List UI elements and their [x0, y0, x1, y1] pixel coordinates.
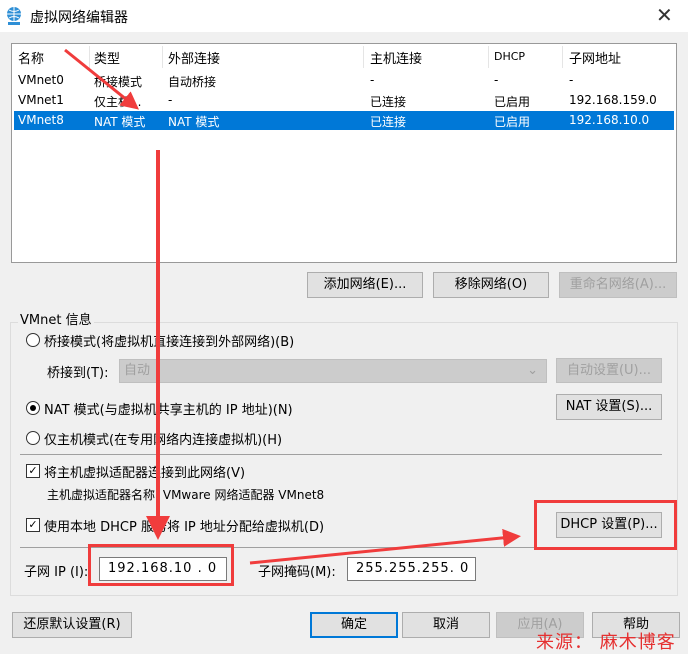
- table-cell: VMnet8: [18, 113, 64, 127]
- subnet-mask-input[interactable]: 255.255.255. 0: [347, 557, 476, 581]
- table-row[interactable]: VMnet0 桥接模式 自动桥接 - - -: [14, 71, 674, 90]
- connect-adapter-checkbox[interactable]: ✓: [26, 464, 40, 478]
- table-cell: 已启用: [494, 95, 531, 109]
- table-cell: NAT 模式: [94, 115, 146, 129]
- table-row[interactable]: VMnet8 NAT 模式 NAT 模式 已连接 已启用 192.168.10.0: [14, 111, 674, 130]
- table-cell: NAT 模式: [168, 115, 220, 129]
- network-globe-icon: [7, 7, 21, 25]
- col-header-host[interactable]: 主机连接: [370, 48, 422, 67]
- network-list[interactable]: 名称 类型 外部连接 主机连接 DHCP 子网地址 VMnet0 桥接模式 自动桥接…: [11, 43, 677, 263]
- cancel-button[interactable]: 取消: [402, 612, 490, 638]
- table-cell: 192.168.10.0: [569, 113, 650, 127]
- restore-defaults-button[interactable]: 还原默认设置(R): [12, 612, 132, 638]
- use-dhcp-checkbox[interactable]: ✓: [26, 518, 40, 532]
- nat-settings-button[interactable]: NAT 设置(S)...: [556, 394, 662, 420]
- bridge-to-select[interactable]: 自动 ⌄: [119, 359, 547, 383]
- col-header-subnet[interactable]: 子网地址: [569, 48, 621, 67]
- separator: [20, 454, 662, 455]
- rename-network-button[interactable]: 重命名网络(A)...: [559, 272, 677, 298]
- nat-mode-radio[interactable]: [26, 401, 40, 415]
- add-network-button[interactable]: 添加网络(E)...: [307, 272, 423, 298]
- table-cell: VMnet0: [18, 73, 64, 87]
- table-cell: 已启用: [494, 115, 531, 129]
- use-dhcp-label: 使用本地 DHCP 服务将 IP 地址分配给虚拟机(D): [44, 520, 325, 535]
- annotation-box-dhcp: [534, 500, 677, 550]
- close-icon[interactable]: ✕: [656, 3, 673, 27]
- col-header-name[interactable]: 名称: [18, 48, 44, 67]
- col-header-type[interactable]: 类型: [94, 48, 120, 67]
- ok-button[interactable]: 确定: [310, 612, 398, 638]
- title-bar: 虚拟网络编辑器 ✕: [0, 0, 688, 32]
- host-only-label: 仅主机模式(在专用网络内连接虚拟机)(H): [44, 433, 283, 448]
- annotation-box-subnet-ip: [88, 544, 234, 586]
- bridge-to-value: 自动: [124, 363, 151, 378]
- table-cell: -: [494, 73, 499, 87]
- table-cell: -: [168, 93, 173, 107]
- host-only-radio[interactable]: [26, 431, 40, 445]
- subnet-ip-label: 子网 IP (I):: [24, 565, 89, 580]
- vmnet-info-label: VMnet 信息: [18, 309, 94, 328]
- col-header-dhcp[interactable]: DHCP: [494, 50, 525, 63]
- table-cell: 自动桥接: [168, 75, 217, 89]
- table-cell: 桥接模式: [94, 75, 143, 89]
- window-title: 虚拟网络编辑器: [30, 10, 128, 26]
- adapter-name-text: 主机虚拟适配器名称: VMware 网络适配器 VMnet8: [47, 488, 325, 502]
- subnet-mask-label: 子网掩码(M):: [258, 565, 336, 580]
- col-header-external[interactable]: 外部连接: [168, 48, 220, 67]
- table-cell: 仅主机...: [94, 95, 142, 109]
- table-cell: 已连接: [370, 115, 407, 129]
- table-cell: -: [569, 73, 574, 87]
- bridge-mode-radio[interactable]: [26, 333, 40, 347]
- nat-mode-label: NAT 模式(与虚拟机共享主机的 IP 地址)(N): [44, 403, 293, 418]
- table-cell: 192.168.159.0: [569, 93, 657, 107]
- bridge-to-label: 桥接到(T):: [47, 366, 109, 381]
- remove-network-button[interactable]: 移除网络(O): [433, 272, 549, 298]
- table-cell: 已连接: [370, 95, 407, 109]
- watermark: 来源： 麻木博客: [536, 632, 676, 653]
- bridge-mode-label: 桥接模式(将虚拟机直接连接到外部网络)(B): [44, 335, 295, 350]
- chevron-down-icon: ⌄: [527, 363, 538, 378]
- table-cell: -: [370, 73, 375, 87]
- auto-settings-button[interactable]: 自动设置(U)...: [556, 358, 662, 383]
- connect-adapter-label: 将主机虚拟适配器连接到此网络(V): [44, 466, 246, 481]
- table-cell: VMnet1: [18, 93, 64, 107]
- table-row[interactable]: VMnet1 仅主机... - 已连接 已启用 192.168.159.0: [14, 91, 674, 110]
